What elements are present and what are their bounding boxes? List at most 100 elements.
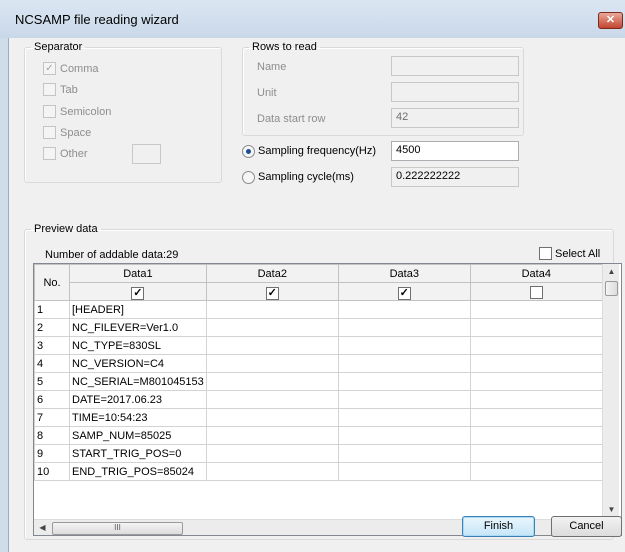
row-number: 8 [34, 426, 70, 445]
table-row[interactable]: 2 NC_FILEVER=Ver1.0 [34, 318, 603, 337]
column-checkbox-cell: ✓ [69, 282, 207, 301]
table-row[interactable]: 5 NC_SERIAL=M801045153 [34, 372, 603, 391]
vertical-scroll-thumb[interactable] [605, 281, 618, 296]
scroll-down-icon[interactable]: ▼ [603, 505, 620, 514]
row-number: 10 [34, 462, 70, 481]
cell-data1[interactable]: NC_TYPE=830SL [69, 336, 207, 355]
cell-data3[interactable] [337, 390, 471, 409]
column-header-data2[interactable]: Data2 [205, 264, 339, 283]
comma-checkbox[interactable]: ✓ [43, 62, 56, 75]
comma-label: Comma [60, 63, 99, 75]
cell-data2[interactable] [205, 318, 339, 337]
cell-data4[interactable] [469, 354, 603, 373]
column-checkbox-cell: ✓ [337, 282, 471, 301]
rows-to-read-legend: Rows to read [252, 41, 317, 53]
table-row[interactable]: 9 START_TRIG_POS=0 [34, 444, 603, 463]
no-column-header: No. [34, 264, 70, 301]
cell-data4[interactable] [469, 462, 603, 481]
table-row[interactable]: 10 END_TRIG_POS=85024 [34, 462, 603, 481]
window-title: NCSAMP file reading wizard [15, 12, 179, 27]
other-separator-input[interactable] [132, 144, 161, 164]
cell-data1[interactable]: NC_VERSION=C4 [69, 354, 207, 373]
check-icon: ✓ [133, 287, 143, 299]
sampling-frequency-label: Sampling frequency(Hz) [258, 145, 376, 157]
cell-data2[interactable] [205, 372, 339, 391]
semicolon-checkbox[interactable] [43, 105, 56, 118]
column-checkbox-row: ✓ ✓ ✓ [35, 282, 603, 301]
scroll-left-icon[interactable]: ◀ [34, 523, 51, 532]
scroll-up-icon[interactable]: ▲ [603, 267, 620, 276]
column-header-data4[interactable]: Data4 [469, 264, 603, 283]
horizontal-scroll-thumb[interactable]: III [52, 522, 183, 535]
table-row[interactable]: 3 NC_TYPE=830SL [34, 336, 603, 355]
cell-data3[interactable] [337, 336, 471, 355]
cell-data4[interactable] [469, 444, 603, 463]
cell-data2[interactable] [205, 462, 339, 481]
cell-data1[interactable]: TIME=10:54:23 [69, 408, 207, 427]
cell-data4[interactable] [469, 426, 603, 445]
cell-data3[interactable] [337, 408, 471, 427]
column-checkbox-data3[interactable]: ✓ [397, 287, 411, 300]
other-checkbox[interactable] [43, 147, 56, 160]
table-row[interactable]: 1 [HEADER] [34, 300, 603, 319]
column-header-data3[interactable]: Data3 [337, 264, 471, 283]
table-row[interactable]: 8 SAMP_NUM=85025 [34, 426, 603, 445]
cell-data1[interactable]: SAMP_NUM=85025 [69, 426, 207, 445]
cell-data1[interactable]: NC_FILEVER=Ver1.0 [69, 318, 207, 337]
cancel-button[interactable]: Cancel [551, 516, 622, 537]
sampling-cycle-label: Sampling cycle(ms) [258, 171, 354, 183]
space-checkbox[interactable] [43, 126, 56, 139]
column-checkbox-cell [469, 282, 603, 301]
cell-data2[interactable] [205, 300, 339, 319]
cell-data3[interactable] [337, 444, 471, 463]
cell-data3[interactable] [337, 372, 471, 391]
preview-grid[interactable]: No. Data1 Data2 Data3 Data4 ✓ ✓ ✓ 1 [HEAD… [33, 263, 622, 536]
cell-data1[interactable]: START_TRIG_POS=0 [69, 444, 207, 463]
sampling-frequency-input[interactable]: 4500 [391, 141, 519, 161]
cell-data4[interactable] [469, 390, 603, 409]
cell-data1[interactable]: NC_SERIAL=M801045153 [69, 372, 207, 391]
cell-data4[interactable] [469, 300, 603, 319]
table-row[interactable]: 7 TIME=10:54:23 [34, 408, 603, 427]
column-header-data1[interactable]: Data1 [69, 264, 207, 283]
table-row[interactable]: 4 NC_VERSION=C4 [34, 354, 603, 373]
cell-data2[interactable] [205, 444, 339, 463]
table-row[interactable]: 6 DATE=2017.06.23 [34, 390, 603, 409]
column-checkbox-data2[interactable]: ✓ [265, 287, 279, 300]
data-start-row-input[interactable]: 42 [391, 108, 519, 128]
cell-data2[interactable] [205, 426, 339, 445]
close-button[interactable]: ✕ [598, 12, 623, 29]
title-bar[interactable]: NCSAMP file reading wizard ✕ [0, 0, 625, 38]
select-all-checkbox[interactable] [539, 247, 552, 260]
cell-data4[interactable] [469, 372, 603, 391]
cell-data1[interactable]: END_TRIG_POS=85024 [69, 462, 207, 481]
cell-data3[interactable] [337, 426, 471, 445]
cell-data3[interactable] [337, 354, 471, 373]
cell-data2[interactable] [205, 390, 339, 409]
vertical-scrollbar[interactable]: ▲ ▼ [602, 264, 619, 519]
finish-button[interactable]: Finish [462, 516, 535, 537]
cell-data3[interactable] [337, 300, 471, 319]
row-number: 7 [34, 408, 70, 427]
column-checkbox-data4[interactable] [529, 285, 543, 299]
row-number: 3 [34, 336, 70, 355]
cell-data2[interactable] [205, 354, 339, 373]
cell-data2[interactable] [205, 336, 339, 355]
cell-data3[interactable] [337, 318, 471, 337]
cell-data4[interactable] [469, 408, 603, 427]
cell-data1[interactable]: [HEADER] [69, 300, 207, 319]
sampling-frequency-radio[interactable] [242, 145, 255, 158]
cell-data1[interactable]: DATE=2017.06.23 [69, 390, 207, 409]
tab-checkbox[interactable] [43, 83, 56, 96]
column-checkbox-data1[interactable]: ✓ [131, 287, 145, 300]
cell-data3[interactable] [337, 462, 471, 481]
cell-data4[interactable] [469, 318, 603, 337]
sampling-cycle-input[interactable]: 0.222222222 [391, 167, 519, 187]
space-label: Space [60, 127, 92, 139]
unit-input[interactable] [391, 82, 519, 102]
cell-data4[interactable] [469, 336, 603, 355]
cell-data2[interactable] [205, 408, 339, 427]
sampling-cycle-radio[interactable] [242, 171, 255, 184]
row-number: 2 [34, 318, 70, 337]
name-input[interactable] [391, 56, 519, 76]
